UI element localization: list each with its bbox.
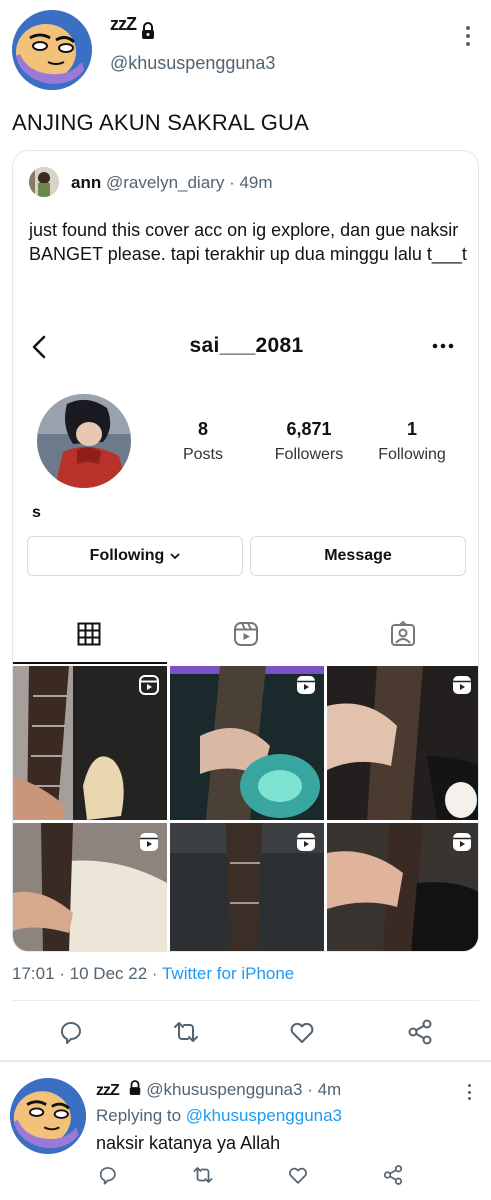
reply-icon[interactable] [96,1164,118,1186]
more-options-icon[interactable] [466,1084,472,1100]
reel-badge-icon [297,676,315,694]
quote-author-handle: @ravelyn_diary [105,173,225,192]
reply-author-handle[interactable]: @khususpengguna3 [146,1080,302,1099]
retweet-icon[interactable] [172,1018,200,1046]
chevron-down-icon [170,552,180,559]
ig-stat-followers[interactable]: 6,871 Followers [263,419,355,464]
divider [12,1000,479,1001]
active-tab-indicator [13,662,167,664]
grid-tab-icon[interactable] [77,622,101,646]
tweet-date: 10 Dec 22 [69,964,148,983]
post-tile[interactable] [327,823,478,951]
status-zzz-label: zzZ [96,1082,120,1099]
anime-profile-icon [37,394,131,488]
status-zzz-label: zzZ [110,14,137,34]
ig-stat-posts-value: 8 [197,419,208,439]
reel-badge-icon [139,675,159,695]
replying-to-line: Replying to @khususpengguna3 [96,1106,342,1126]
like-icon[interactable] [287,1164,309,1186]
reply-author-avatar[interactable] [10,1078,86,1154]
dot-separator: · [151,964,162,983]
quote-author-name: ann [71,173,102,192]
author-handle[interactable]: @khususpengguna3 [110,53,275,74]
ig-bio: s [32,504,41,521]
dot-separator: · [229,173,240,192]
ig-more-icon [432,343,454,349]
ig-stat-following[interactable]: 1 Following [368,419,456,464]
post-tile[interactable] [13,666,167,820]
reply-icon[interactable] [56,1018,84,1046]
ig-message-label: Message [324,547,392,564]
replying-to-handle[interactable]: @khususpengguna3 [186,1106,342,1125]
tagged-tab-icon[interactable] [390,621,416,647]
quote-header: ann @ravelyn_diary · 49m [71,173,273,193]
reply-age: 4m [317,1080,342,1099]
share-icon[interactable] [382,1164,404,1186]
ig-stat-posts-label: Posts [182,446,223,463]
ig-stat-followers-value: 6,871 [286,419,332,439]
tweet-meta: 17:01 · 10 Dec 22 · Twitter for iPhone [12,964,294,984]
reply-header: zzZ @khususpengguna3 · 4m [96,1080,341,1100]
quote-text: just found this cover acc on ig explore,… [29,220,467,264]
reel-badge-icon [453,676,471,694]
photo-avatar-icon [29,167,59,197]
author-avatar[interactable] [12,10,92,90]
ig-stat-following-label: Following [378,446,446,463]
ig-message-button[interactable]: Message [250,536,466,576]
avatar-cartoon-icon [10,1078,86,1154]
instagram-screenshot: sai___2081 8 Posts 6,871 Followers 1 Fol… [13,311,478,951]
post-tile[interactable] [170,823,324,951]
lock-icon [129,1080,140,1095]
reels-tab-icon[interactable] [233,621,259,647]
ig-stat-followers-label: Followers [274,446,344,463]
tweet-source-link[interactable]: Twitter for iPhone [162,964,294,983]
dot-separator: · [59,964,70,983]
share-icon[interactable] [406,1018,434,1046]
like-icon[interactable] [288,1018,316,1046]
reply-text: naksir katanya ya Allah [96,1133,281,1153]
divider [0,1060,491,1062]
replying-to-prefix: Replying to [96,1106,182,1125]
tweet-time: 17:01 [12,964,55,983]
retweet-icon[interactable] [192,1164,214,1186]
ig-stat-following-value: 1 [406,419,417,439]
tweet-text: ANJING AKUN SAKRAL GUA [12,110,309,135]
reel-badge-icon [297,833,315,851]
post-tile[interactable] [170,666,324,820]
ig-stat-posts[interactable]: 8 Posts [163,419,243,464]
more-options-icon[interactable] [465,26,471,46]
ig-following-button[interactable]: Following [27,536,243,576]
quoted-tweet-card[interactable]: ann @ravelyn_diary · 49m just found this… [12,150,479,952]
reel-badge-icon [140,833,158,851]
dot-separator: · [307,1080,318,1099]
ig-username: sai___2081 [189,334,304,357]
ig-following-label: Following [89,547,165,564]
lock-icon [142,22,154,39]
ig-profile-picture [37,394,131,488]
quote-author-avatar [29,167,59,197]
post-tile[interactable] [327,666,478,820]
reel-badge-icon [453,833,471,851]
avatar-cartoon-icon [12,10,92,90]
post-tile[interactable] [13,823,167,951]
quote-age: 49m [239,173,273,192]
